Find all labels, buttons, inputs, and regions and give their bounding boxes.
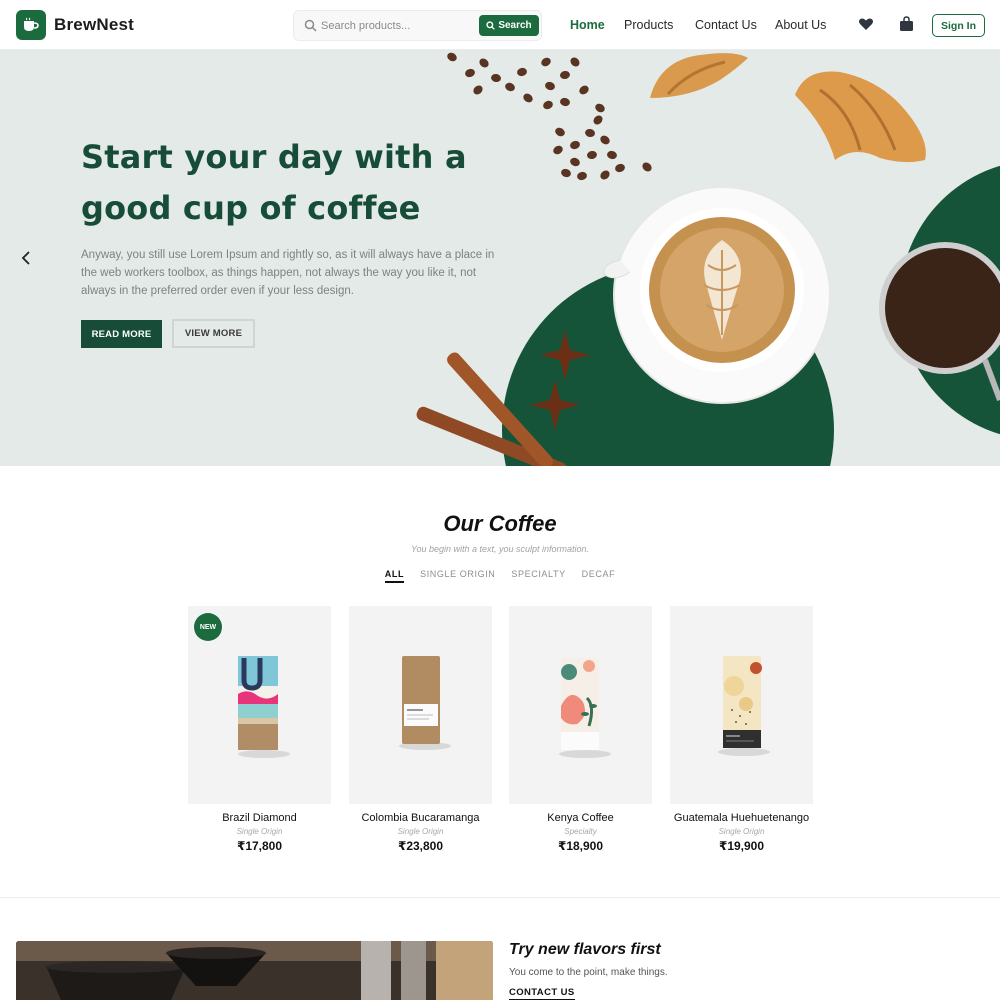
- our-coffee-subtitle: You begin with a text, you sculpt inform…: [410, 544, 590, 554]
- our-coffee-title: Our Coffee: [443, 511, 557, 536]
- view-more-button[interactable]: VIEW MORE: [172, 319, 255, 348]
- contact-us-link[interactable]: CONTACT US: [509, 987, 575, 1000]
- product-price: ₹17,800: [236, 839, 283, 853]
- search-button[interactable]: Search: [479, 15, 539, 36]
- product-name[interactable]: Guatemala Huehuetenango: [670, 812, 813, 824]
- filter-specialty[interactable]: SPECIALTY: [503, 569, 573, 583]
- product-category: Single Origin: [397, 827, 444, 836]
- product-image-kenya-coffee[interactable]: [509, 606, 652, 804]
- chevron-left-icon: [21, 251, 30, 265]
- carousel-prev-button[interactable]: [16, 248, 36, 268]
- product-image-colombia-bucaramanga[interactable]: [349, 606, 492, 804]
- read-more-button[interactable]: READ MORE: [81, 320, 162, 348]
- search-input[interactable]: [321, 17, 471, 35]
- coffee-filter-tabs: ALL SINGLE ORIGIN SPECIALTY DECAF: [0, 569, 1000, 583]
- product-price: ₹18,900: [557, 839, 604, 853]
- coffee-bag-image: [718, 656, 770, 756]
- product-name[interactable]: Colombia Bucaramanga: [349, 812, 492, 824]
- product-image-guatemala-huehuetenango[interactable]: [670, 606, 813, 804]
- coffee-bag-image: [559, 658, 611, 758]
- nav-home[interactable]: Home: [570, 18, 605, 32]
- nav-products[interactable]: Products: [624, 18, 673, 32]
- filter-all[interactable]: ALL: [384, 569, 405, 583]
- nav-about-us[interactable]: About Us: [775, 18, 826, 32]
- product-category: Single Origin: [718, 827, 765, 836]
- brand-name[interactable]: BrewNest: [54, 15, 134, 35]
- shopping-bag-icon[interactable]: [899, 16, 914, 32]
- coffee-brewing-photo: [16, 941, 493, 1000]
- heart-icon[interactable]: [858, 16, 874, 32]
- promo-title: Try new flavors first: [509, 941, 661, 958]
- product-name[interactable]: Kenya Coffee: [509, 812, 652, 824]
- new-badge: NEW: [194, 613, 222, 641]
- coffee-equipment-image: [16, 941, 493, 1000]
- product-price: ₹19,900: [718, 839, 765, 853]
- product-category: Specialty: [564, 827, 597, 836]
- filter-single-origin[interactable]: SINGLE ORIGIN: [412, 569, 503, 583]
- search-button-icon: [486, 21, 496, 30]
- filter-decaf[interactable]: DECAF: [574, 569, 624, 583]
- site-header: BrewNest Search Home Products Contact Us…: [0, 0, 1000, 50]
- promo-text: You come to the point, make things.: [509, 967, 668, 978]
- search-icon: [304, 19, 317, 32]
- search-bar: Search: [293, 10, 542, 41]
- product-price: ₹23,800: [397, 839, 444, 853]
- hero-title: Start your day with a good cup of coffee: [81, 138, 467, 227]
- sign-in-button[interactable]: Sign In: [932, 14, 985, 37]
- search-button-label: Search: [498, 20, 532, 31]
- hero-banner: Start your day with a good cup of coffee…: [0, 50, 1000, 466]
- section-divider: [0, 897, 1000, 898]
- product-name[interactable]: Brazil Diamond: [188, 812, 331, 824]
- coffee-cup-logo-icon[interactable]: [16, 10, 46, 40]
- coffee-bag-image: [399, 656, 451, 750]
- nav-contact-us[interactable]: Contact Us: [695, 18, 757, 32]
- hero-description: Anyway, you still use Lorem Ipsum and ri…: [81, 249, 495, 297]
- product-category: Single Origin: [236, 827, 283, 836]
